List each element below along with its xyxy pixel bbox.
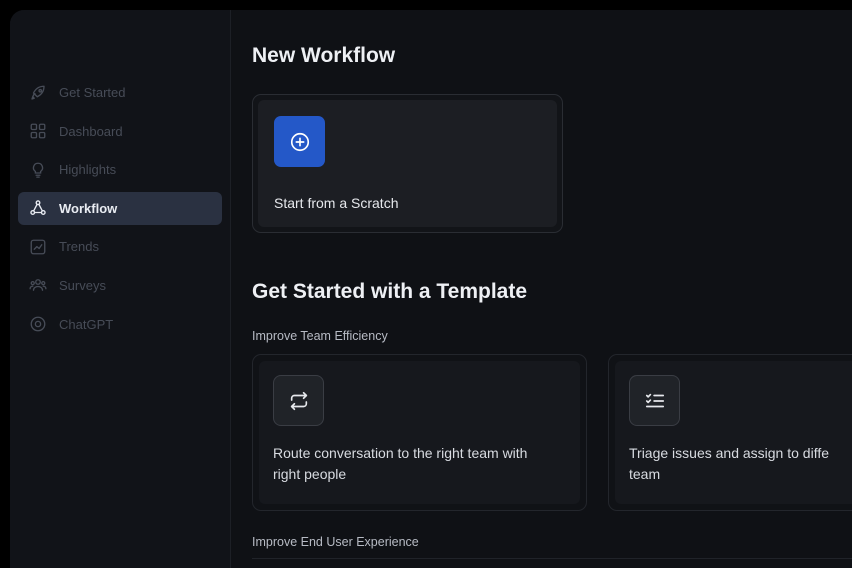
template-description-line: team xyxy=(629,465,661,482)
sidebar: Get Started Dashboard Highlights Workflo… xyxy=(10,10,230,568)
sidebar-item-trends[interactable]: Trends xyxy=(18,230,222,263)
sidebar-item-workflow[interactable]: Workflow xyxy=(18,191,222,225)
sidebar-item-chatgpt[interactable]: ChatGPT xyxy=(18,308,222,341)
template-section-title: Get Started with a Template xyxy=(252,280,527,303)
checklist-icon xyxy=(629,375,680,426)
sidebar-item-label: Highlights xyxy=(59,162,117,178)
page-title: New Workflow xyxy=(252,44,396,67)
next-template-row xyxy=(252,558,852,568)
sidebar-nav: Get Started Dashboard Highlights Workflo… xyxy=(18,76,222,346)
main-content: New Workflow Start from a Scratch Get St… xyxy=(230,10,852,568)
rocket-icon xyxy=(28,83,48,103)
template-description-line: right people xyxy=(273,465,347,482)
ai-icon xyxy=(28,314,48,334)
template-card-inner: Route conversation to the right team wit… xyxy=(259,361,580,504)
template-description-line: Route conversation to the right team wit… xyxy=(273,445,528,461)
section-label-end-user-experience: Improve End User Experience xyxy=(252,535,419,549)
section-label-team-efficiency: Improve Team Efficiency xyxy=(252,329,388,343)
sidebar-item-get-started[interactable]: Get Started xyxy=(18,76,222,109)
sidebar-item-label: Get Started xyxy=(59,85,126,100)
sidebar-item-surveys[interactable]: Surveys xyxy=(18,269,222,302)
sidebar-item-highlights[interactable]: Highlights xyxy=(18,153,222,186)
sidebar-item-label: Dashboard xyxy=(59,123,123,139)
start-from-scratch-card[interactable]: Start from a Scratch xyxy=(252,94,563,233)
plus-circle-icon xyxy=(274,116,325,167)
sidebar-item-label: Surveys xyxy=(59,277,106,293)
app-window: Get Started Dashboard Highlights Workflo… xyxy=(10,10,852,568)
template-card-inner: Triage issues and assign to diffe team xyxy=(615,361,852,504)
workflow-icon xyxy=(28,198,48,218)
sidebar-item-dashboard[interactable]: Dashboard xyxy=(18,115,222,148)
template-card-triage-issues[interactable]: Triage issues and assign to diffe team xyxy=(608,354,852,511)
template-description: Triage issues and assign to diffe team xyxy=(629,443,852,484)
trend-chart-icon xyxy=(28,237,48,257)
template-card-route-conversation[interactable]: Route conversation to the right team wit… xyxy=(252,354,587,511)
sidebar-item-label: Workflow xyxy=(59,200,118,216)
start-from-scratch-card-inner: Start from a Scratch xyxy=(258,100,557,227)
lightbulb-icon xyxy=(28,160,48,180)
template-description: Route conversation to the right team wit… xyxy=(273,443,573,484)
users-icon xyxy=(28,275,48,295)
template-description-line: Triage issues and assign to diffe xyxy=(629,445,830,461)
sidebar-item-label: Trends xyxy=(59,239,99,255)
start-from-scratch-label: Start from a Scratch xyxy=(274,195,399,211)
sidebar-item-label: ChatGPT xyxy=(59,316,114,332)
repeat-arrows-icon xyxy=(273,375,324,426)
grid-icon xyxy=(28,121,48,141)
